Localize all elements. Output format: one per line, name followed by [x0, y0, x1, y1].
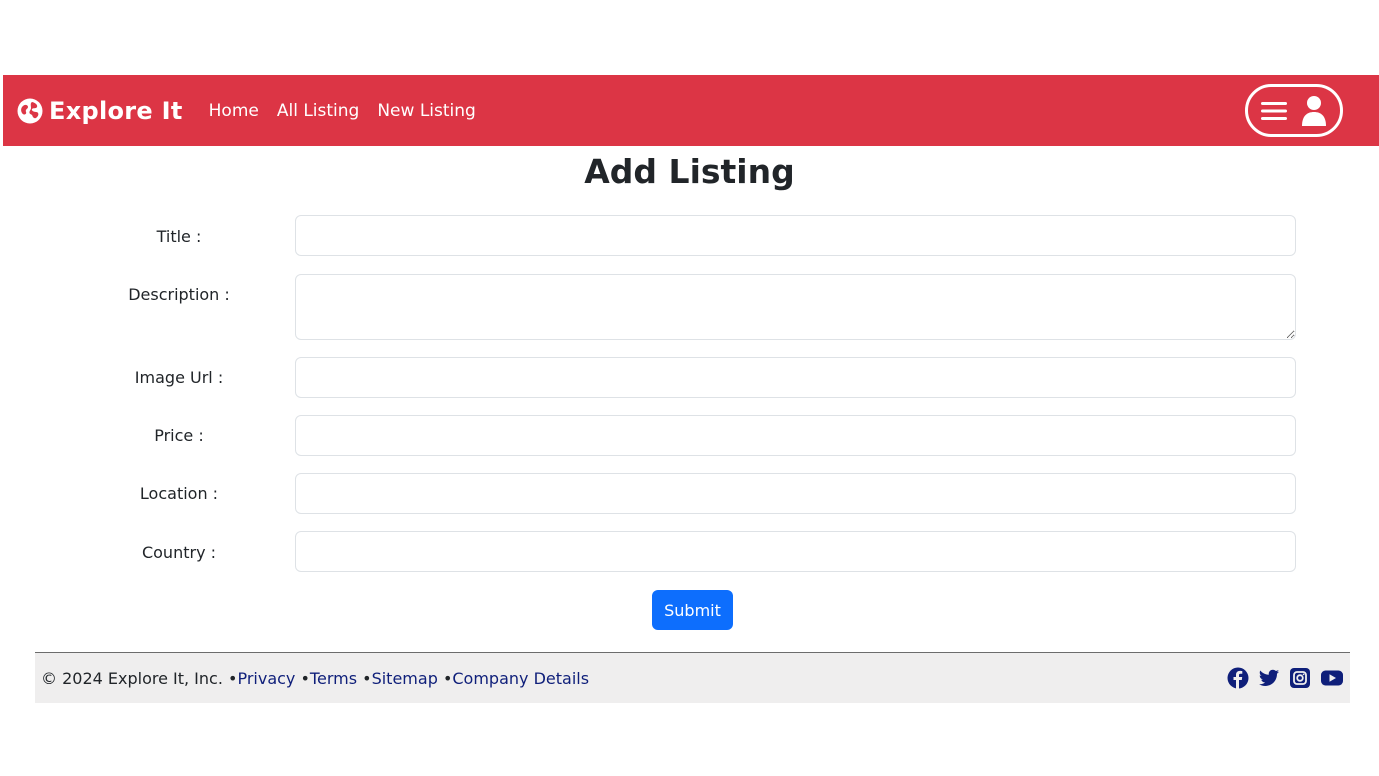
brand-name: Explore It: [49, 96, 183, 125]
footer-info: © 2024 Explore It, Inc. •Privacy •Terms …: [41, 669, 589, 688]
nav-home-link[interactable]: Home: [209, 101, 259, 121]
user-menu-button[interactable]: [1245, 84, 1343, 137]
brand-link[interactable]: Explore It: [16, 97, 183, 125]
description-textarea[interactable]: [295, 274, 1296, 340]
location-label: Location :: [139, 484, 219, 503]
footer-separator: •: [362, 668, 372, 688]
instagram-icon[interactable]: [1289, 667, 1311, 689]
copyright-text: © 2024 Explore It, Inc.: [41, 668, 229, 688]
price-input[interactable]: [295, 415, 1296, 456]
terms-link[interactable]: Terms: [310, 669, 357, 688]
footer: © 2024 Explore It, Inc. •Privacy •Terms …: [35, 652, 1350, 703]
footer-separator: •: [442, 668, 453, 688]
title-label: Title :: [156, 227, 202, 246]
page-title: Add Listing: [584, 152, 795, 191]
facebook-icon[interactable]: [1227, 667, 1249, 689]
location-input[interactable]: [295, 473, 1296, 514]
user-icon: [1302, 95, 1326, 126]
submit-button[interactable]: Submit: [652, 590, 733, 630]
footer-separator: •: [300, 668, 310, 688]
twitter-icon[interactable]: [1258, 667, 1280, 689]
privacy-link[interactable]: Privacy: [237, 669, 295, 688]
country-label: Country :: [141, 543, 217, 562]
title-input[interactable]: [295, 215, 1296, 256]
image-url-input[interactable]: [295, 357, 1296, 398]
country-input[interactable]: [295, 531, 1296, 572]
description-label: Description :: [128, 285, 230, 304]
hamburger-icon: [1261, 101, 1287, 120]
nav-all-listing-link[interactable]: All Listing: [277, 101, 360, 121]
top-navbar: Explore It Home All Listing New Listing: [3, 75, 1379, 146]
nav-links: Home All Listing New Listing: [201, 101, 486, 121]
globe-icon: [17, 98, 43, 123]
company-details-link[interactable]: Company Details: [452, 669, 589, 688]
sitemap-link[interactable]: Sitemap: [372, 669, 438, 688]
nav-new-listing-link[interactable]: New Listing: [377, 101, 476, 121]
image-url-label: Image Url :: [134, 368, 224, 387]
social-links: [1227, 667, 1344, 689]
youtube-icon[interactable]: [1320, 667, 1344, 689]
price-label: Price :: [154, 426, 204, 445]
